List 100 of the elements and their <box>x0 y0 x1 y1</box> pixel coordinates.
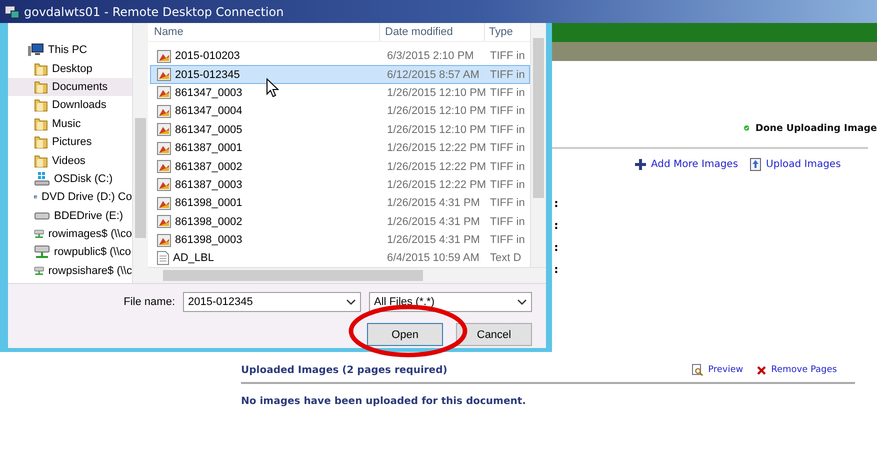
field-label-colon: : <box>554 240 558 256</box>
file-name: AD_LBL <box>173 252 214 264</box>
page-link[interactable]: Preview <box>692 364 744 376</box>
folder-icon <box>34 135 48 150</box>
file-row[interactable]: 861387_0001 1/26/2015 12:22 PM TIFF in <box>150 138 530 158</box>
file-date: 1/26/2015 12:22 PM <box>386 178 486 191</box>
file-name: 861398_0001 <box>175 197 242 210</box>
scrollbar[interactable] <box>132 23 148 283</box>
nav-item[interactable]: rowpublic$ (\\co <box>8 243 132 262</box>
file-name: 861398_0002 <box>175 216 242 228</box>
file-name: 861387_0003 <box>175 178 242 191</box>
file-name: 861347_0003 <box>175 86 242 99</box>
file-name: 861347_0004 <box>175 105 242 118</box>
nav-item[interactable]: OSDisk (C:) <box>8 170 132 188</box>
network-drive-icon <box>34 245 50 260</box>
nav-item[interactable]: Videos <box>8 151 132 170</box>
file-date: 6/12/2015 8:57 AM <box>386 68 480 81</box>
file-name: 861387_0001 <box>175 142 242 154</box>
empty-message: No images have been uploaded for this document. <box>241 396 527 407</box>
file-type: TIFF in <box>489 142 524 154</box>
nav-item[interactable]: This PC <box>8 41 132 60</box>
file-row[interactable]: 861398_0001 1/26/2015 4:31 PM TIFF in <box>150 194 530 213</box>
preview-icon <box>692 364 704 376</box>
file-type: Text D <box>489 252 522 264</box>
file-row[interactable]: 2015-012345 6/12/2015 8:57 AM TIFF in <box>150 65 530 84</box>
file-type-dropdown[interactable]: All Files (*.*) <box>369 292 532 312</box>
image-file-icon <box>157 104 171 118</box>
nav-item[interactable]: rowpsishare$ (\\c <box>8 262 132 280</box>
upload-icon <box>750 158 762 171</box>
file-row[interactable]: 861387_0002 1/26/2015 12:22 PM TIFF in <box>150 157 530 176</box>
plus-icon <box>635 159 646 170</box>
file-row[interactable]: 861347_0004 1/26/2015 12:10 PM TIFF in <box>150 102 530 121</box>
image-file-icon <box>157 234 171 247</box>
image-file-icon <box>157 178 171 192</box>
column-header[interactable]: Name <box>148 23 380 41</box>
field-label-colon: : <box>554 262 558 278</box>
file-type: TIFF in <box>489 50 524 62</box>
file-row[interactable]: 861398_0002 1/26/2015 4:31 PM TIFF in <box>150 212 530 231</box>
nav-item[interactable]: rowimages$ (\\co <box>8 224 132 244</box>
file-row[interactable]: AD_LBL 6/4/2015 10:59 AM Text D <box>150 249 530 267</box>
file-row[interactable]: 861398_0003 1/26/2015 4:31 PM TIFF in <box>150 230 530 250</box>
image-file-icon <box>157 123 171 136</box>
folder-icon <box>34 154 48 168</box>
image-file-icon <box>157 215 171 228</box>
file-type: TIFF in <box>489 216 524 228</box>
nav-item[interactable]: Pictures <box>8 132 132 152</box>
status-message: Done Uploading Image <box>755 122 877 134</box>
file-name: 861387_0002 <box>175 160 242 173</box>
file-type: TIFF in <box>489 234 524 246</box>
field-label-colon: : <box>554 196 558 212</box>
file-row[interactable]: 2015-010203 6/3/2015 2:10 PM TIFF in <box>150 47 530 66</box>
nav-item[interactable]: Music <box>8 114 132 133</box>
folder-icon <box>34 98 48 112</box>
column-header[interactable]: Type <box>485 23 523 41</box>
file-name: 861347_0005 <box>175 124 242 136</box>
computer-icon <box>28 43 44 58</box>
scrollbar[interactable] <box>530 23 546 267</box>
file-type: TIFF in <box>489 105 524 118</box>
page-link[interactable]: Remove Pages <box>757 364 837 376</box>
file-date: 1/26/2015 4:31 PM <box>386 216 481 228</box>
file-type: TIFF in <box>489 197 524 210</box>
remove-icon <box>757 366 766 374</box>
file-date: 1/26/2015 12:10 PM <box>386 124 486 136</box>
dialog-button[interactable]: Cancel <box>456 323 532 346</box>
folder-icon <box>34 62 48 76</box>
horizontal-scrollbar[interactable] <box>148 267 546 283</box>
file-name-field[interactable]: 2015-012345 <box>183 292 361 312</box>
section-title: Uploaded Images (2 pages required) <box>241 364 448 376</box>
file-date: 1/26/2015 12:10 PM <box>386 86 486 99</box>
file-date: 1/26/2015 4:31 PM <box>386 197 481 210</box>
column-header[interactable]: Date modified <box>380 23 485 41</box>
nav-item[interactable]: Downloads <box>8 96 132 115</box>
drive-icon <box>34 172 50 186</box>
image-file-icon <box>157 86 171 100</box>
mouse-cursor-icon <box>266 78 279 98</box>
file-date: 6/4/2015 10:59 AM <box>386 252 480 264</box>
dialog-button[interactable]: Open <box>367 323 443 346</box>
folder-icon <box>34 80 48 94</box>
file-date: 1/26/2015 12:10 PM <box>386 105 486 118</box>
nav-item[interactable]: BDEDrive (E:) <box>8 206 132 225</box>
file-date: 1/26/2015 12:22 PM <box>386 142 486 154</box>
file-name: 861398_0003 <box>175 234 242 246</box>
page-link[interactable]: Upload Images <box>750 158 841 171</box>
nav-item[interactable]: DVD Drive (D:) Co <box>8 188 132 207</box>
file-row[interactable]: 861347_0005 1/26/2015 12:10 PM TIFF in <box>150 120 530 139</box>
file-type: TIFF in <box>489 86 524 99</box>
file-type: TIFF in <box>489 178 524 191</box>
nav-item[interactable]: Desktop <box>8 59 132 78</box>
file-row[interactable]: 861347_0003 1/26/2015 12:10 PM TIFF in <box>150 84 530 102</box>
image-file-icon <box>157 68 171 82</box>
field-label-colon: : <box>554 218 558 234</box>
nav-item[interactable]: Documents <box>8 78 132 96</box>
file-row[interactable]: 861387_0003 1/26/2015 12:22 PM TIFF in <box>150 176 530 194</box>
file-name: 2015-012345 <box>175 68 240 81</box>
page-link[interactable]: Add More Images <box>635 158 738 171</box>
file-date: 6/3/2015 2:10 PM <box>386 50 475 62</box>
drive-icon <box>34 210 50 221</box>
file-date: 1/26/2015 12:22 PM <box>386 160 486 173</box>
file-name-label: File name: <box>124 296 175 308</box>
file-type: TIFF in <box>489 124 524 136</box>
